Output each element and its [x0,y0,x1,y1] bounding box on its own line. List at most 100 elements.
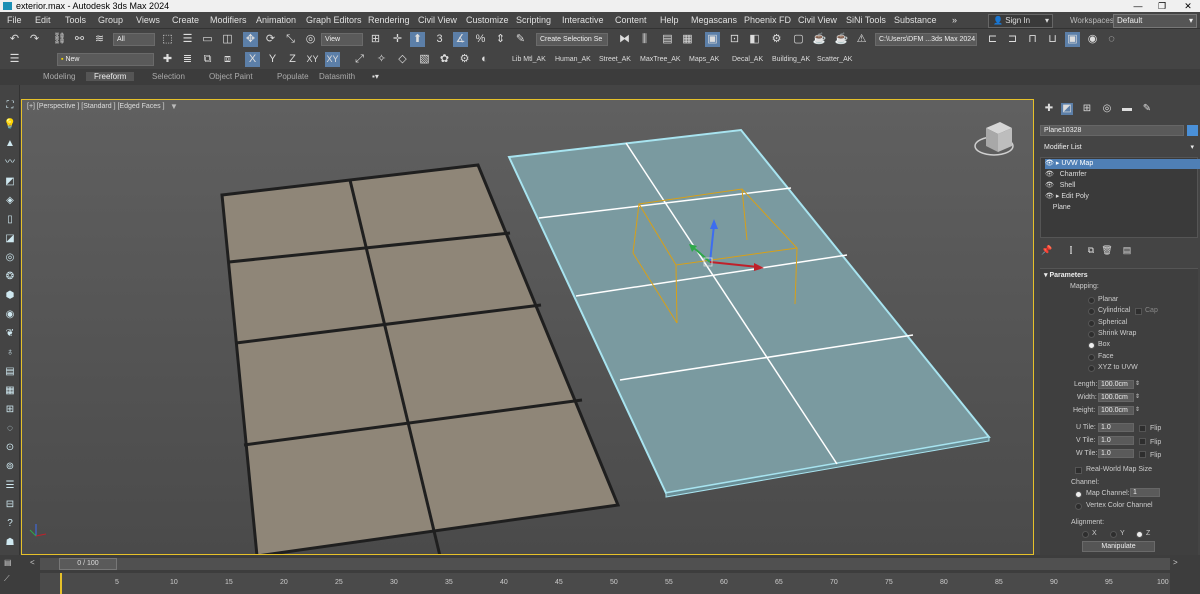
custom-tab-building[interactable]: Building_AK [772,56,810,63]
warning-icon[interactable]: ⚠ [854,32,869,47]
layer-add-icon[interactable]: ⧉ [200,52,215,67]
map-channel-radio[interactable] [1075,491,1082,498]
snap-point-icon[interactable]: ✧ [374,52,389,67]
custom-tab-street[interactable]: Street_AK [599,56,631,63]
spinner-arrows-icon[interactable]: ⇕ [1135,380,1140,387]
create-table-icon[interactable]: ⊟ [3,498,17,512]
utilities-panel-tab-icon[interactable]: ✎ [1141,103,1153,115]
scale-icon[interactable]: ⤡ [283,32,298,47]
mirror-icon[interactable]: ⧓ [617,32,632,47]
mapping-cylindrical-radio[interactable] [1088,308,1095,315]
isolate-icon[interactable]: ◇ [395,52,410,67]
show-end-result-icon[interactable]: ⫿ [1065,244,1077,256]
modifier-list-dropdown[interactable]: Modifier List ▾ [1040,142,1198,153]
ribbon-options-icon[interactable]: ▪▾ [372,72,379,81]
axis-constraint-y[interactable]: Y [265,52,280,67]
rendered-frame-icon[interactable]: ▢ [791,32,806,47]
layer-explorer-icon[interactable]: ▤ [660,32,675,47]
time-config-icon[interactable]: ▤ [4,558,12,567]
manipulate-button[interactable]: Manipulate [1082,541,1155,552]
timeline-ruler[interactable]: 5 10 15 20 25 30 35 40 45 50 55 60 65 70… [40,573,1170,594]
time-slider[interactable]: 0 / 100 [40,558,1170,570]
create-terrain-icon[interactable]: ⊚ [3,460,17,474]
pivot-center-icon[interactable]: ⊞ [368,32,383,47]
curve-editor-icon[interactable]: ▣ [705,32,720,47]
v-flip-checkbox[interactable] [1139,438,1146,445]
time-slider-thumb[interactable]: 0 / 100 [59,558,117,570]
layer-select-icon[interactable]: ⧈ [220,52,235,67]
custom-tab-maxtree[interactable]: MaxTree_AK [640,56,681,63]
u-tile-spinner[interactable]: 1.0 [1098,423,1134,432]
height-spinner[interactable]: 100.0cm [1098,406,1134,415]
menu-views[interactable]: Views [136,15,160,25]
render-production-icon[interactable]: ☕ [812,32,827,47]
w-flip-checkbox[interactable] [1139,451,1146,458]
menu-content[interactable]: Content [615,15,647,25]
mapping-planar-radio[interactable] [1088,297,1095,304]
object-name-field[interactable]: Plane10328 [1040,125,1184,136]
w-tile-spinner[interactable]: 1.0 [1098,449,1134,458]
snap-edge-icon[interactable]: ⤢ [352,52,367,67]
stack-item-shell[interactable]: 👁 Shell [1045,181,1200,191]
select-by-name-icon[interactable]: ☰ [180,32,195,47]
menu-animation[interactable]: Animation [256,15,296,25]
create-helper-icon[interactable]: ◪ [3,232,17,246]
stack-item-uvw-map[interactable]: 👁 ▸ UVW Map [1045,159,1200,169]
menu-help[interactable]: Help [660,15,679,25]
minimize-button[interactable]: — [1126,0,1150,12]
named-selection-set-dropdown[interactable]: Create Selection Se [536,33,608,46]
create-shape-icon[interactable]: ⬢ [3,289,17,303]
remove-modifier-icon[interactable]: 🗑 [1101,244,1113,256]
create-layer-icon[interactable]: ✚ [160,52,175,67]
selection-filter-dropdown[interactable]: All [113,33,155,46]
mapping-face-radio[interactable] [1088,354,1095,361]
render-icon[interactable]: ◐ [477,52,492,67]
u-flip-checkbox[interactable] [1139,425,1146,432]
modify-panel-tab-icon[interactable]: ◩ [1061,103,1073,115]
axis-constraint-x[interactable]: X [245,52,260,67]
create-panel-icon[interactable]: ▤ [3,365,17,379]
viewport-label[interactable]: [+] [Perspective ] [Standard ] [Edged Fa… [27,103,165,110]
custom-tab-scatter[interactable]: Scatter_AK [817,56,852,63]
create-torus-icon[interactable]: ◌ [3,422,17,436]
hierarchy-panel-tab-icon[interactable]: ⊞ [1081,103,1093,115]
create-spline-icon[interactable]: 〰 [3,156,17,170]
toggle-ribbon-icon[interactable]: ▦ [680,32,695,47]
perspective-viewport[interactable]: [+] [Perspective ] [Standard ] [Edged Fa… [21,99,1034,555]
render-iterative-icon[interactable]: ☕ [834,32,849,47]
undo-icon[interactable]: ↶ [7,32,22,47]
menu-rendering[interactable]: Rendering [368,15,410,25]
render-setup-icon[interactable]: ⚙ [769,32,784,47]
menu-modifiers[interactable]: Modifiers [210,15,247,25]
pin-stack-icon[interactable]: 📌 [1041,244,1053,256]
create-door-icon[interactable]: ▯ [3,213,17,227]
stack-item-chamfer[interactable]: 👁 Chamfer [1045,170,1200,180]
move-icon[interactable]: ✥ [243,32,258,47]
configure-modifier-sets-icon[interactable]: ▤ [1121,244,1133,256]
parameters-header[interactable]: ▾ Parameters [1044,271,1088,279]
custom-tab-human[interactable]: Human_AK [555,56,591,63]
make-unique-icon[interactable]: ⧉ [1085,244,1097,256]
reference-coordinate-dropdown[interactable]: View [321,33,363,46]
project-path-dropdown[interactable]: C:\Users\DFM ...3ds Max 2024 [875,33,977,46]
create-light-icon[interactable]: 💡 [3,118,17,132]
expand-icon[interactable]: ▸ [1056,160,1060,167]
create-geometry-icon[interactable]: ⛶ [3,99,17,113]
custom-tab-lib-mtl[interactable]: Lib Mtl_AK [512,56,546,63]
snap-grid-icon[interactable]: ⊓ [1025,32,1040,47]
link-icon[interactable]: ⛓ [52,32,67,47]
mini-curve-editor-icon[interactable]: ⟋ [4,574,10,584]
menu-interactive[interactable]: Interactive [562,15,604,25]
align-x-radio[interactable] [1082,531,1089,538]
eye-icon[interactable]: 👁 [1045,160,1054,167]
material-editor-icon[interactable]: ◧ [747,32,762,47]
mapping-shrink-wrap-radio[interactable] [1088,331,1095,338]
settings-icon[interactable]: ⚙ [457,52,472,67]
map-channel-spinner[interactable]: 1 [1130,488,1160,497]
menu-phoenix-fd[interactable]: Phoenix FD [744,15,791,25]
mapping-spherical-radio[interactable] [1088,320,1095,327]
maximize-button[interactable]: ❐ [1150,0,1174,12]
rotate-icon[interactable]: ⟳ [263,32,278,47]
bind-spacewarp-icon[interactable]: ≋ [92,32,107,47]
create-query-icon[interactable]: ? [3,517,17,531]
